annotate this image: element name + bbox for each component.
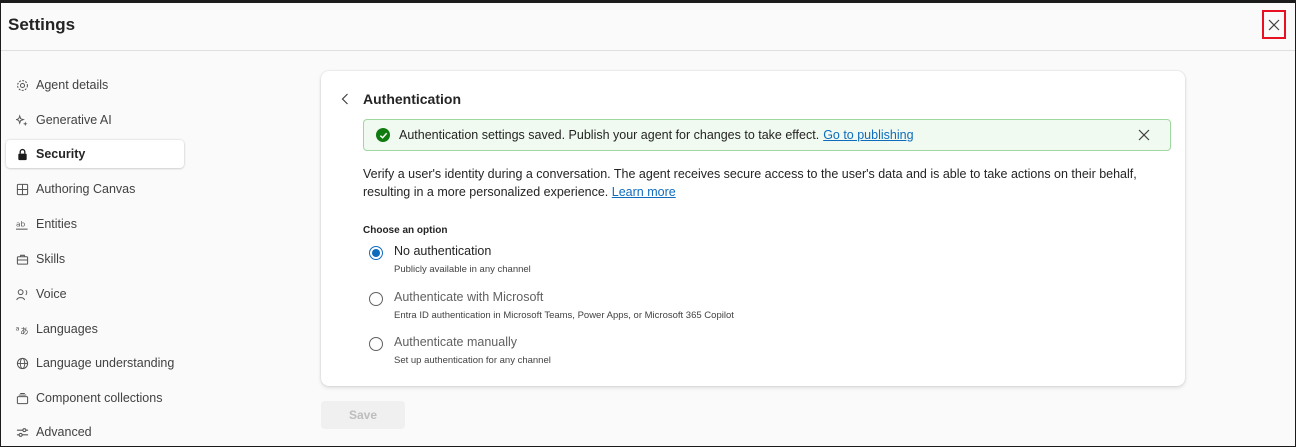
sidebar-item-label: Language understanding <box>36 356 175 370</box>
checkmark-circle-icon <box>376 128 390 142</box>
option-description: Publicly available in any channel <box>394 264 531 275</box>
sidebar-item-languages[interactable]: aあ Languages <box>6 315 184 343</box>
description: Verify a user's identity during a conver… <box>363 165 1173 201</box>
dismiss-banner-button[interactable] <box>1138 128 1152 142</box>
svg-text:ab: ab <box>16 219 26 228</box>
option-authenticate-manually[interactable]: Authenticate manually Set up authenticat… <box>369 335 869 369</box>
sidebar-item-component-collections[interactable]: Component collections <box>6 384 184 412</box>
svg-text:あ: あ <box>20 326 28 336</box>
sidebar-item-skills[interactable]: Skills <box>6 245 184 273</box>
sidebar-item-label: Security <box>36 147 86 161</box>
ab-text-icon: ab <box>15 217 29 231</box>
option-label: Authenticate with Microsoft <box>394 290 544 304</box>
sidebar-item-entities[interactable]: ab Entities <box>6 210 184 238</box>
sidebar-item-security[interactable]: Security <box>6 140 184 168</box>
description-text: Verify a user's identity during a conver… <box>363 167 1137 199</box>
option-no-authentication[interactable]: No authentication Publicly available in … <box>369 244 869 278</box>
close-icon <box>1268 19 1280 30</box>
sidebar-item-label: Advanced <box>36 425 92 439</box>
radio-button[interactable] <box>369 246 383 260</box>
back-button[interactable] <box>341 89 355 109</box>
sidebar-item-label: Skills <box>36 252 66 266</box>
sparkle-icon <box>15 113 29 127</box>
option-label: No authentication <box>394 244 492 258</box>
close-icon <box>1138 129 1150 141</box>
sliders-icon <box>15 425 29 439</box>
header: Settings <box>1 3 1295 51</box>
sidebar: Agent details Generative AI Security Aut… <box>1 51 191 446</box>
radio-button[interactable] <box>369 292 383 306</box>
grid-icon <box>15 182 29 196</box>
learn-more-link[interactable]: Learn more <box>612 185 676 199</box>
sidebar-item-label: Authoring Canvas <box>36 182 136 196</box>
sidebar-item-voice[interactable]: Voice <box>6 280 184 308</box>
sidebar-item-label: Entities <box>36 217 77 231</box>
save-button[interactable]: Save <box>321 401 405 429</box>
sidebar-item-label: Component collections <box>36 391 163 405</box>
gear-icon <box>15 78 29 92</box>
toolbox-icon <box>15 252 29 266</box>
option-description: Entra ID authentication in Microsoft Tea… <box>394 310 734 321</box>
sidebar-item-authoring-canvas[interactable]: Authoring Canvas <box>6 175 184 203</box>
lock-icon <box>15 147 29 161</box>
sidebar-item-label: Voice <box>36 287 67 301</box>
success-banner: Authentication settings saved. Publish y… <box>363 119 1171 151</box>
sidebar-item-advanced[interactable]: Advanced <box>6 418 184 446</box>
authentication-card: Authentication Authentication settings s… <box>321 71 1185 386</box>
option-label: Authenticate manually <box>394 335 517 349</box>
chevron-left-icon <box>341 93 348 105</box>
section-title: Authentication <box>363 91 461 107</box>
option-authenticate-with-microsoft[interactable]: Authenticate with Microsoft Entra ID aut… <box>369 290 869 324</box>
option-description: Set up authentication for any channel <box>394 355 551 366</box>
svg-text:a: a <box>16 324 20 332</box>
translate-icon: aあ <box>15 322 29 336</box>
sidebar-item-label: Agent details <box>36 78 109 92</box>
go-to-publishing-link[interactable]: Go to publishing <box>823 128 913 142</box>
sidebar-item-agent-details[interactable]: Agent details <box>6 71 184 99</box>
person-voice-icon <box>15 287 29 301</box>
globe-icon <box>15 356 29 370</box>
banner-message-line: Authentication settings saved. Publish y… <box>399 128 914 142</box>
collection-icon <box>15 391 29 405</box>
banner-message: Authentication settings saved. Publish y… <box>399 128 820 142</box>
settings-window: Settings Agent details Generative AI Sec… <box>0 0 1296 447</box>
close-button[interactable] <box>1262 10 1286 39</box>
page-title: Settings <box>8 15 76 34</box>
radio-button[interactable] <box>369 337 383 351</box>
sidebar-item-label: Generative AI <box>36 113 112 127</box>
options-label: Choose an option <box>363 225 448 236</box>
sidebar-item-generative-ai[interactable]: Generative AI <box>6 106 184 134</box>
sidebar-item-label: Languages <box>36 322 98 336</box>
sidebar-item-language-understanding[interactable]: Language understanding <box>6 349 184 377</box>
